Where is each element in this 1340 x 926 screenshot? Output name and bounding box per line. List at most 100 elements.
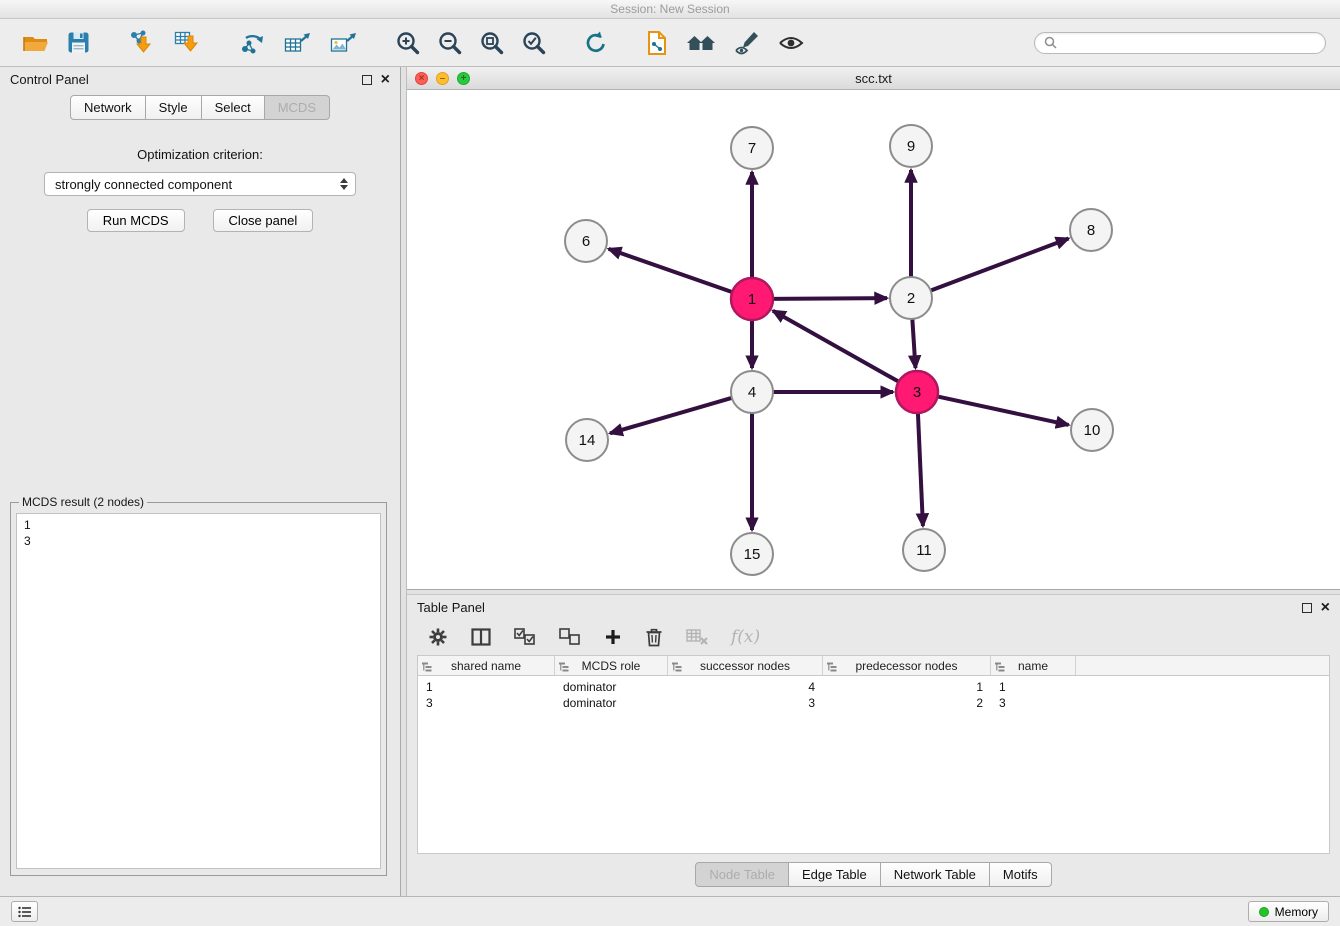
table-tab-network-table[interactable]: Network Table: [881, 862, 990, 887]
show-hide-details-button[interactable]: [773, 29, 809, 57]
node-10[interactable]: 10: [1071, 409, 1113, 451]
table-cell[interactable]: 2: [823, 696, 991, 710]
main-toolbar: [0, 19, 1340, 67]
edge-4-14[interactable]: [610, 397, 734, 433]
memory-status-icon: [1259, 907, 1269, 917]
tab-select[interactable]: Select: [202, 95, 265, 120]
float-panel-icon[interactable]: [362, 75, 372, 85]
memory-button[interactable]: Memory: [1248, 901, 1329, 922]
table-tab-node-table[interactable]: Node Table: [695, 862, 789, 887]
table-cell[interactable]: 1: [823, 680, 991, 694]
save-session-button[interactable]: [62, 28, 95, 57]
table-cell[interactable]: 1: [418, 680, 555, 694]
column-header-name[interactable]: name: [991, 656, 1076, 675]
function-builder-button[interactable]: f(x): [730, 626, 761, 648]
show-panels-button[interactable]: [11, 901, 38, 922]
edge-3-1[interactable]: [773, 311, 901, 383]
tab-mcds[interactable]: MCDS: [265, 95, 330, 120]
node-8[interactable]: 8: [1070, 209, 1112, 251]
maximize-window-icon[interactable]: [457, 72, 470, 85]
svg-text:8: 8: [1087, 222, 1095, 239]
table-cell[interactable]: 3: [668, 696, 823, 710]
optimization-criterion-select[interactable]: strongly connected component: [44, 172, 356, 196]
node-11[interactable]: 11: [903, 529, 945, 571]
edge-2-8[interactable]: [929, 238, 1069, 291]
minimize-window-icon[interactable]: [436, 72, 449, 85]
columns-icon: [471, 628, 491, 646]
edge-1-2[interactable]: [771, 298, 887, 299]
table-tab-motifs[interactable]: Motifs: [990, 862, 1052, 887]
table-cell[interactable]: 3: [418, 696, 555, 710]
node-2[interactable]: 2: [890, 277, 932, 319]
zoom-fit-button[interactable]: [475, 28, 509, 58]
refresh-icon: [583, 30, 609, 56]
node-15[interactable]: 15: [731, 533, 773, 575]
main-area: Control Panel NetworkStyleSelectMCDS Opt…: [0, 67, 1340, 896]
svg-text:3: 3: [913, 384, 921, 401]
table-row[interactable]: 1dominator411: [418, 679, 1329, 695]
column-header-successor-nodes[interactable]: successor nodes: [668, 656, 823, 675]
float-table-panel-icon[interactable]: [1302, 603, 1312, 613]
tab-network[interactable]: Network: [70, 95, 146, 120]
import-table-button[interactable]: [169, 28, 207, 58]
node-4[interactable]: 4: [731, 371, 773, 413]
table-tab-edge-table[interactable]: Edge Table: [789, 862, 881, 887]
zoom-in-button[interactable]: [391, 28, 425, 58]
svg-text:2: 2: [907, 290, 915, 307]
import-network-button[interactable]: [123, 28, 161, 58]
network-canvas[interactable]: 7 9 6 8 1 2 4 3 14 10 15 11: [407, 90, 1340, 589]
run-mcds-button[interactable]: Run MCDS: [87, 209, 185, 232]
unselect-all-columns-button[interactable]: [558, 627, 582, 647]
close-panel-button[interactable]: Close panel: [213, 209, 314, 232]
apply-style-button[interactable]: [729, 28, 765, 57]
table-cell[interactable]: 1: [991, 680, 1076, 694]
node-9[interactable]: 9: [890, 125, 932, 167]
node-1[interactable]: 1: [731, 278, 773, 320]
mcds-result-box: MCDS result (2 nodes) 13: [10, 495, 387, 876]
node-3[interactable]: 3: [896, 371, 938, 413]
node-table: shared nameMCDS rolesuccessor nodesprede…: [417, 655, 1330, 854]
open-session-button[interactable]: [18, 28, 54, 57]
node-6[interactable]: 6: [565, 220, 607, 262]
network-graph[interactable]: 7 9 6 8 1 2 4 3 14 10 15 11: [407, 90, 1340, 589]
select-all-columns-button[interactable]: [513, 627, 537, 647]
edge-3-10[interactable]: [936, 396, 1069, 425]
node-14[interactable]: 14: [566, 419, 608, 461]
search-input[interactable]: [1062, 36, 1316, 50]
edge-1-6[interactable]: [609, 249, 734, 293]
add-column-button[interactable]: [603, 627, 623, 647]
table-cell[interactable]: dominator: [555, 696, 668, 710]
table-row[interactable]: 3dominator323: [418, 695, 1329, 711]
refresh-view-button[interactable]: [579, 28, 613, 58]
column-header-MCDS-role[interactable]: MCDS role: [555, 656, 668, 675]
mcds-result-list[interactable]: 13: [16, 513, 381, 869]
delete-table-button[interactable]: [685, 627, 709, 647]
column-header-shared-name[interactable]: shared name: [418, 656, 555, 675]
close-table-panel-icon[interactable]: [1321, 603, 1330, 613]
table-cell[interactable]: 4: [668, 680, 823, 694]
zoom-out-button[interactable]: [433, 28, 467, 58]
tab-style[interactable]: Style: [146, 95, 202, 120]
node-7[interactable]: 7: [731, 127, 773, 169]
table-settings-button[interactable]: [427, 626, 449, 648]
window-title: Session: New Session: [610, 2, 729, 16]
column-header-predecessor-nodes[interactable]: predecessor nodes: [823, 656, 991, 675]
search-box[interactable]: [1034, 32, 1326, 54]
edge-2-3[interactable]: [912, 317, 915, 368]
export-table-button[interactable]: [279, 28, 317, 58]
table-cell[interactable]: 3: [991, 696, 1076, 710]
export-network-button[interactable]: [235, 28, 271, 58]
first-neighbors-button[interactable]: [681, 29, 721, 57]
table-panel-title: Table Panel: [417, 600, 485, 615]
close-window-icon[interactable]: [415, 72, 428, 85]
export-image-button[interactable]: [325, 28, 363, 58]
column-header-label: name: [1018, 659, 1048, 673]
delete-column-button[interactable]: [644, 626, 664, 648]
table-cell[interactable]: dominator: [555, 680, 668, 694]
zoom-selected-button[interactable]: [517, 28, 551, 58]
svg-text:15: 15: [744, 546, 761, 563]
show-columns-button[interactable]: [470, 627, 492, 647]
new-network-from-selection-button[interactable]: [641, 28, 673, 58]
close-panel-icon[interactable]: [381, 75, 390, 85]
edge-3-11[interactable]: [918, 411, 923, 526]
